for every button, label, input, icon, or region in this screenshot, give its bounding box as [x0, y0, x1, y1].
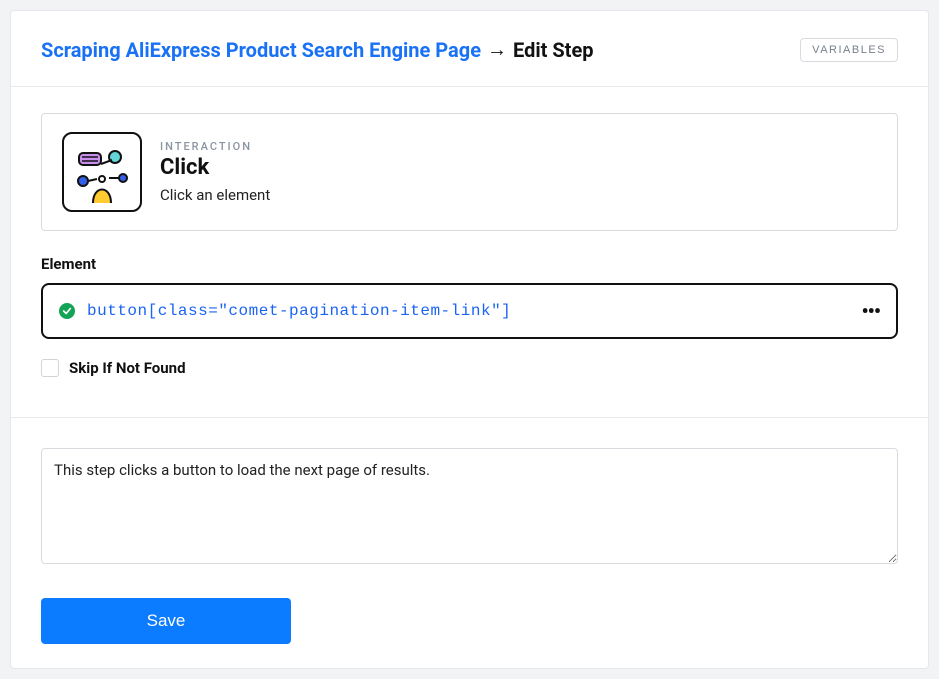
header-bar: Scraping AliExpress Product Search Engin… [11, 11, 928, 87]
breadcrumb: Scraping AliExpress Product Search Engin… [41, 37, 594, 62]
element-selector-input[interactable]: button[class="comet-pagination-item-link… [41, 283, 898, 339]
description-textarea[interactable] [41, 448, 898, 564]
interaction-title: Click [160, 155, 270, 180]
element-label: Element [41, 255, 898, 273]
click-icon [62, 132, 142, 212]
section-body: INTERACTION Click Click an element Eleme… [11, 87, 928, 387]
selector-attr: [class="comet-pagination-item-link"] [148, 302, 512, 320]
interaction-card: INTERACTION Click Click an element [41, 113, 898, 231]
selector-code: button[class="comet-pagination-item-link… [87, 302, 511, 320]
more-icon[interactable]: ••• [861, 299, 880, 323]
selector-tag: button [87, 302, 148, 320]
arrow-right-icon: → [487, 37, 507, 62]
breadcrumb-link[interactable]: Scraping AliExpress Product Search Engin… [41, 38, 481, 62]
interaction-subtitle: Click an element [160, 186, 270, 204]
footer-body: Save [11, 418, 928, 668]
check-circle-icon [59, 303, 75, 319]
skip-if-not-found-label: Skip If Not Found [69, 359, 186, 377]
edit-step-card: Scraping AliExpress Product Search Engin… [10, 10, 929, 669]
interaction-text: INTERACTION Click Click an element [160, 140, 270, 204]
skip-if-not-found-row: Skip If Not Found [41, 359, 898, 377]
save-button[interactable]: Save [41, 598, 291, 644]
interaction-category: INTERACTION [160, 140, 270, 153]
breadcrumb-current: Edit Step [513, 38, 594, 62]
variables-button[interactable]: VARIABLES [800, 38, 898, 62]
skip-if-not-found-checkbox[interactable] [41, 359, 59, 377]
